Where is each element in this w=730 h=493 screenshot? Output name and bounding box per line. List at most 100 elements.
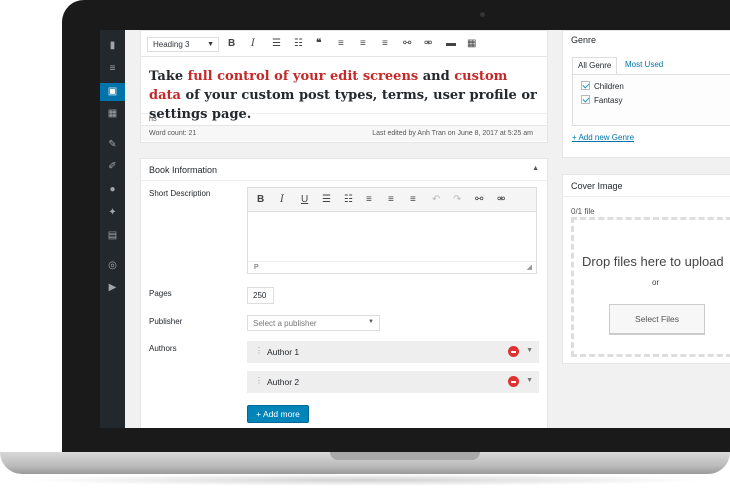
cover-image-metabox: Cover Image 0/1 file Drop files here to …	[562, 174, 730, 364]
tab-all-genre[interactable]: All Genre	[572, 57, 618, 75]
align-left-icon[interactable]: ≡	[338, 38, 344, 50]
short-description-label: Short Description	[149, 189, 211, 198]
undo-icon[interactable]: ↶	[432, 194, 440, 205]
chevron-down-icon: ▼	[368, 319, 374, 325]
publisher-placeholder: Select a publisher	[253, 319, 317, 328]
content-text-1: Take	[149, 69, 188, 84]
format-select-value: Heading 3	[153, 40, 190, 49]
genre-tabs: All Genre Most Used	[572, 57, 730, 75]
genre-metabox: Genre All Genre Most Used Children Fanta…	[562, 30, 730, 158]
select-files-button[interactable]: Select Files	[609, 304, 705, 334]
italic-icon[interactable]: I	[251, 38, 255, 50]
drag-handle-icon[interactable]: ⋮	[255, 346, 263, 355]
word-count: Word count: 21	[149, 130, 197, 137]
pages-input[interactable]: 250	[247, 287, 274, 304]
comments-icon[interactable]: ▮	[105, 38, 120, 53]
checkbox-checked[interactable]	[581, 95, 590, 104]
editor-status-bar: Word count: 21 Last edited by Anh Tran o…	[141, 125, 547, 141]
file-count: 0/1 file	[571, 207, 595, 216]
drop-zone[interactable]: Drop files here to upload or Select File…	[571, 217, 730, 357]
laptop-shadow	[20, 474, 710, 486]
admin-sidebar: ▮ ≡ ▣ ▦ ✎ ✐ ● ✦ ▤ ◎ ▶	[100, 30, 125, 428]
webcam	[480, 12, 485, 17]
collapse-toggle-icon[interactable]: ▲	[532, 165, 539, 172]
genre-item-label: Children	[594, 82, 624, 91]
author-name: Author 1	[267, 347, 300, 357]
visibility-icon[interactable]: ◎	[105, 258, 120, 273]
toggle-icon[interactable]: ▼	[526, 347, 533, 354]
author-row[interactable]: ⋮ Author 1 ▼	[247, 341, 539, 363]
underline-icon[interactable]: U	[301, 194, 308, 205]
align-center-icon[interactable]: ≡	[388, 194, 394, 205]
genre-item-label: Fantasy	[594, 96, 623, 105]
link-icon[interactable]: ⚯	[475, 194, 483, 205]
book-icon[interactable]: ▣	[100, 83, 125, 101]
read-more-icon[interactable]: ▬	[446, 38, 456, 50]
unlink-icon[interactable]: ⚮	[424, 38, 432, 50]
bold-icon[interactable]: B	[257, 194, 264, 205]
tools-icon[interactable]: ✦	[105, 205, 120, 220]
numbered-list-icon[interactable]: ☷	[294, 38, 303, 50]
remove-icon[interactable]	[508, 346, 519, 357]
book-information-metabox: Book Information ▲ Short Description B I…	[140, 158, 548, 428]
bullet-list-icon[interactable]: ☰	[322, 194, 331, 205]
metabox-header[interactable]: Book Information ▲	[141, 159, 547, 181]
genre-title: Genre	[571, 35, 597, 45]
genre-item[interactable]: Fantasy	[581, 95, 622, 105]
content-text-2: and	[418, 69, 455, 84]
drag-handle-icon[interactable]: ⋮	[255, 376, 263, 385]
sd-path-text: P	[254, 264, 259, 271]
sd-path: P ◢	[248, 261, 536, 273]
or-text: or	[652, 278, 660, 287]
blockquote-icon[interactable]: ❝	[316, 38, 321, 50]
drop-text: Drop files here to upload	[582, 254, 724, 269]
align-right-icon[interactable]: ≡	[410, 194, 416, 205]
format-select[interactable]: Heading 3 ▼	[147, 37, 219, 52]
content-highlight-1: full control of your edit screens	[187, 69, 419, 84]
users-icon[interactable]: ●	[105, 182, 120, 197]
metabox-title: Book Information	[149, 165, 218, 175]
screen: ▮ ≡ ▣ ▦ ✎ ✐ ● ✦ ▤ ◎ ▶ Heading 3 ▼ B I ☰ …	[100, 30, 730, 428]
genre-item[interactable]: Children	[581, 81, 624, 91]
resize-handle-icon[interactable]: ◢	[527, 263, 532, 271]
plugins-icon[interactable]: ✎	[105, 137, 120, 152]
edit-icon[interactable]: ✐	[105, 159, 120, 174]
content-editor: Heading 3 ▼ B I ☰ ☷ ❝ ≡ ≡ ≡ ⚯ ⚮ ▬ ▦ Take…	[140, 30, 548, 143]
pages-label: Pages	[149, 289, 172, 298]
italic-icon[interactable]: I	[280, 194, 284, 205]
laptop-notch	[330, 452, 480, 460]
play-icon[interactable]: ▶	[105, 280, 120, 295]
toggle-icon[interactable]: ▼	[526, 377, 533, 384]
redo-icon[interactable]: ↷	[453, 194, 461, 205]
editor-toolbar: Heading 3 ▼ B I ☰ ☷ ❝ ≡ ≡ ≡ ⚯ ⚮ ▬ ▦	[141, 31, 547, 57]
align-right-icon[interactable]: ≡	[382, 38, 388, 50]
calendar-icon[interactable]: ▦	[105, 106, 120, 121]
add-more-button[interactable]: + Add more	[247, 405, 309, 423]
list-icon[interactable]: ≡	[105, 61, 120, 76]
author-row[interactable]: ⋮ Author 2 ▼	[247, 371, 539, 393]
author-name: Author 2	[267, 377, 300, 387]
cover-title: Cover Image	[563, 175, 730, 197]
genre-checklist: Children Fantasy	[572, 74, 730, 126]
tab-most-used[interactable]: Most Used	[620, 57, 668, 75]
chevron-down-icon: ▼	[207, 41, 214, 48]
numbered-list-icon[interactable]: ☷	[344, 194, 353, 205]
short-description-editor[interactable]: B I U ☰ ☷ ≡ ≡ ≡ ↶ ↷ ⚯ ⚮ P ◢	[247, 187, 537, 274]
bullet-list-icon[interactable]: ☰	[272, 38, 281, 50]
bold-icon[interactable]: B	[228, 38, 235, 50]
editor-content[interactable]: Take full control of your edit screens a…	[141, 57, 547, 122]
toolbar-toggle-icon[interactable]: ▦	[467, 38, 476, 50]
unlink-icon[interactable]: ⚮	[497, 194, 505, 205]
authors-label: Authors	[149, 344, 177, 353]
link-icon[interactable]: ⚯	[403, 38, 411, 50]
sd-toolbar: B I U ☰ ☷ ≡ ≡ ≡ ↶ ↷ ⚯ ⚮	[248, 188, 536, 212]
publisher-select[interactable]: Select a publisher ▼	[247, 315, 380, 331]
align-left-icon[interactable]: ≡	[366, 194, 372, 205]
checkbox-checked[interactable]	[581, 81, 590, 90]
align-center-icon[interactable]: ≡	[360, 38, 366, 50]
last-edited: Last edited by Anh Tran on June 8, 2017 …	[372, 130, 533, 137]
publisher-label: Publisher	[149, 317, 183, 326]
settings-icon[interactable]: ▤	[105, 228, 120, 243]
add-new-genre-link[interactable]: + Add new Genre	[572, 133, 634, 142]
remove-icon[interactable]	[508, 376, 519, 387]
